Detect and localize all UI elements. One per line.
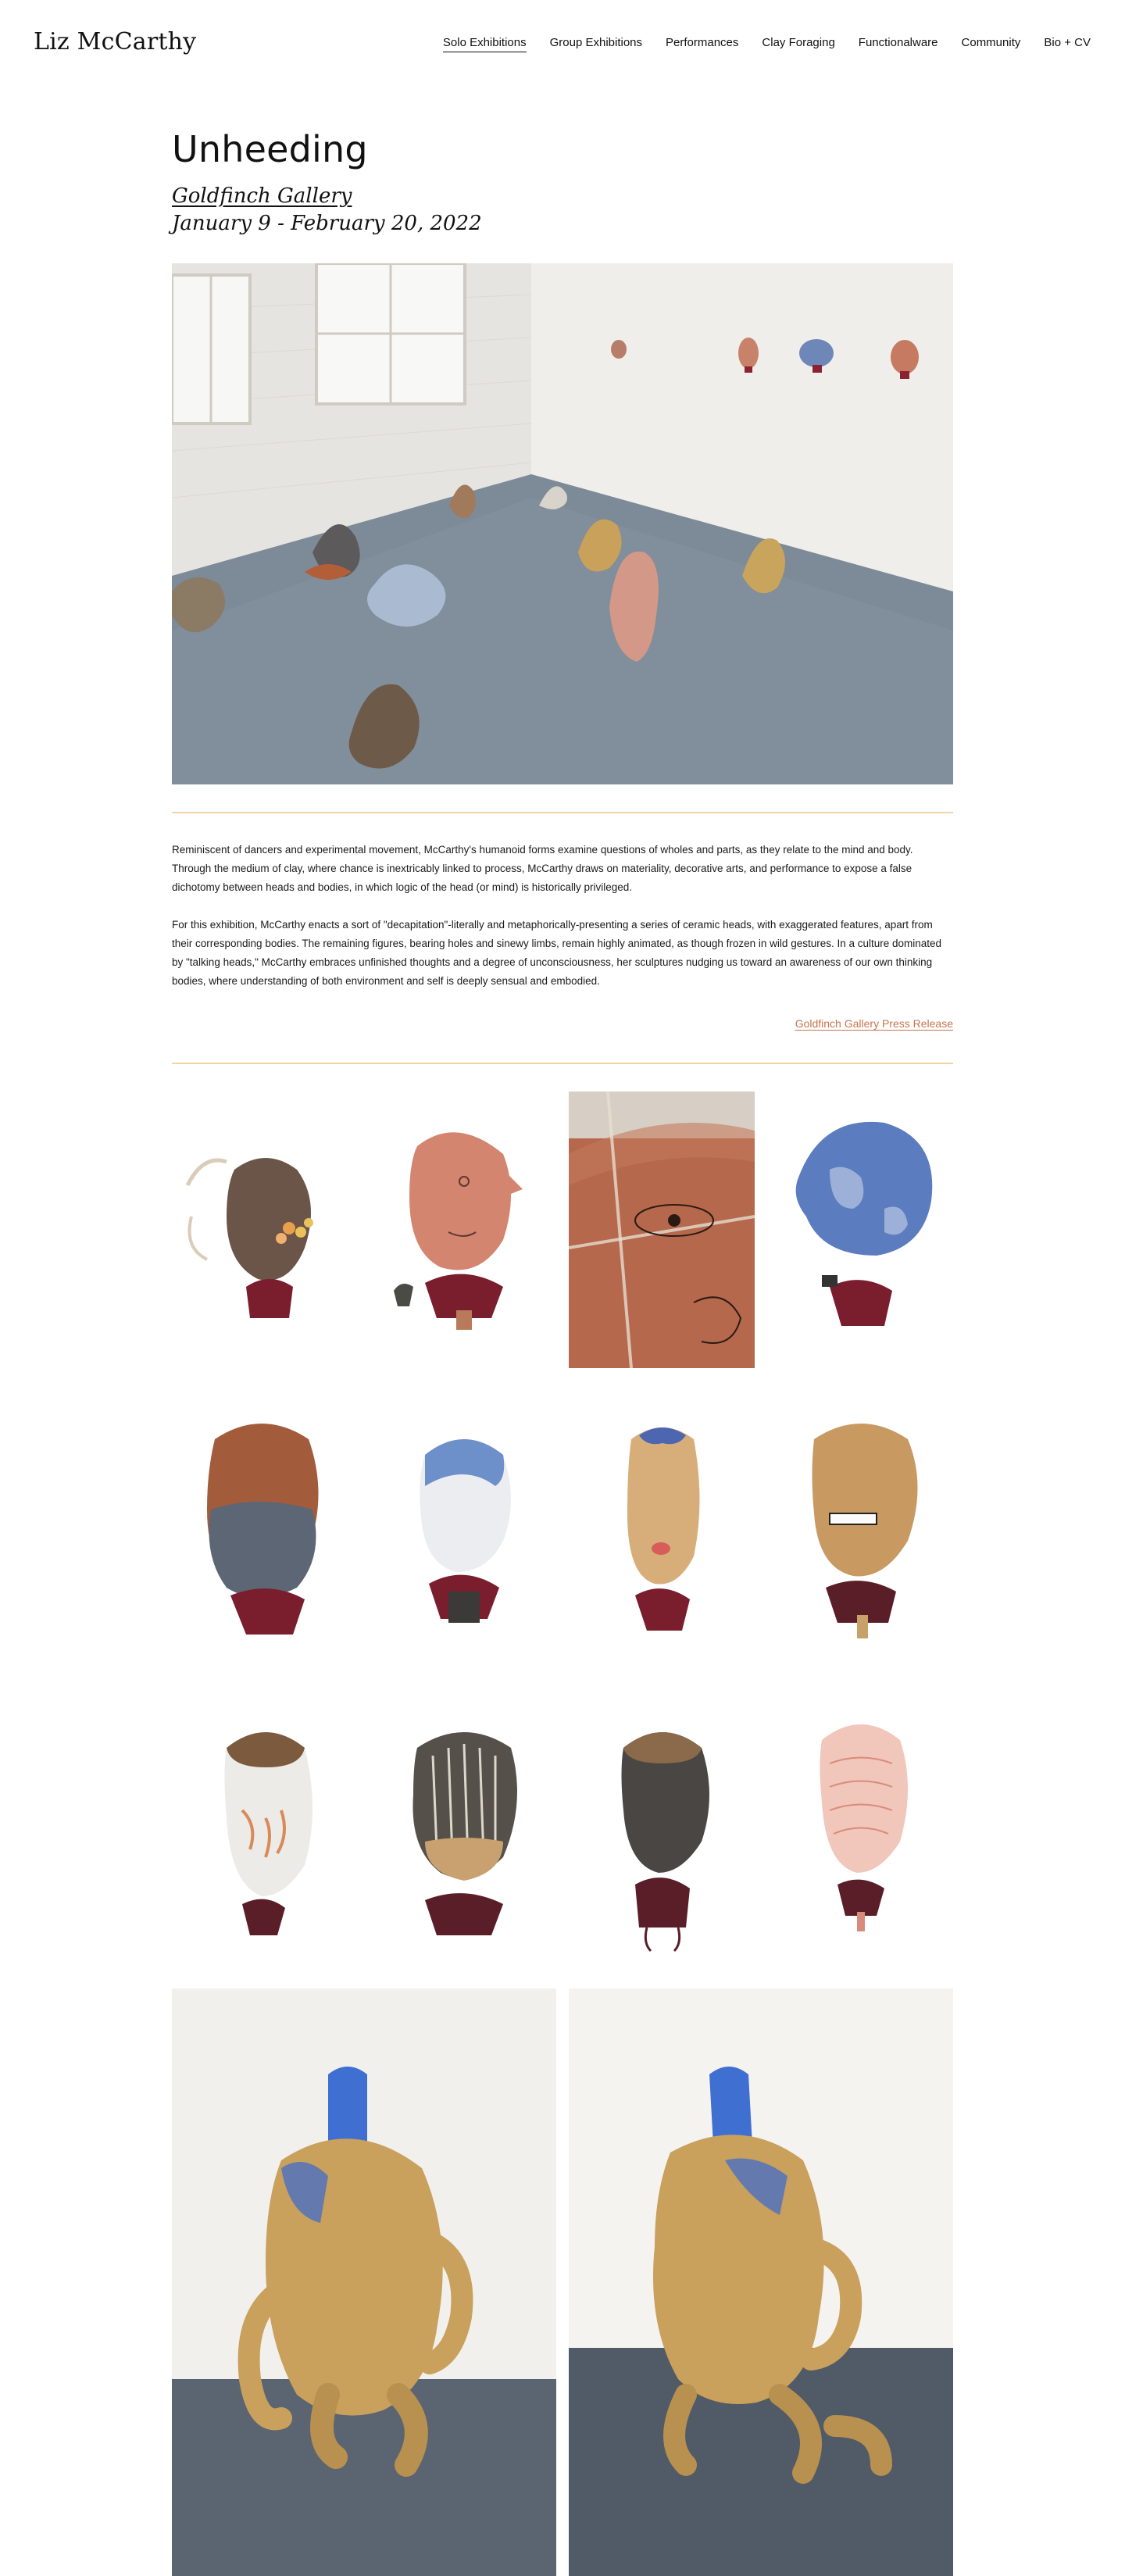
site-header: Liz McCarthy Solo Exhibitions Group Exhi…: [0, 0, 1125, 90]
site-title-link[interactable]: Liz McCarthy: [34, 28, 196, 55]
figure-side-illustration: [569, 1988, 953, 2576]
head-sculpture-image[interactable]: [172, 1693, 358, 1970]
page-title: Unheeding: [172, 128, 368, 170]
head-sculpture-image[interactable]: [370, 1693, 556, 1970]
installation-view-image[interactable]: [172, 263, 953, 784]
white-blue-head-illustration: [420, 1439, 511, 1623]
description-paragraph: Reminiscent of dancers and experimental …: [172, 844, 913, 893]
tan-toothed-head-illustration: [812, 1424, 918, 1638]
head-sculpture-image[interactable]: [370, 1091, 556, 1368]
venue-link[interactable]: Goldfinch Gallery: [172, 184, 352, 208]
head-sculpture-image[interactable]: [767, 1392, 953, 1669]
dark-curly-head-illustration: [621, 1732, 709, 1953]
nav-solo-exhibitions[interactable]: Solo Exhibitions: [442, 36, 527, 52]
press-release-link[interactable]: Goldfinch Gallery Press Release: [795, 1017, 953, 1030]
patterned-white-head-illustration: [224, 1732, 312, 1935]
nav-performances[interactable]: Performances: [666, 36, 738, 52]
figure-sculpture-side-image[interactable]: [569, 1988, 953, 2576]
description-paragraph: For this exhibition, McCarthy enacts a s…: [172, 919, 942, 987]
striped-gray-head-illustration: [412, 1732, 517, 1935]
blue-speckled-head-illustration: [795, 1121, 933, 1326]
tan-face-head-illustration: [627, 1427, 700, 1631]
brown-gray-head-illustration: [207, 1424, 319, 1635]
installation-view-illustration: [172, 263, 953, 784]
terracotta-face-head-illustration: [394, 1132, 523, 1330]
head-sculpture-image[interactable]: [370, 1392, 556, 1669]
figure-sculpture-front-image[interactable]: [172, 1988, 556, 2576]
section-divider-bottom: [172, 1063, 953, 1064]
head-sculpture-image[interactable]: [569, 1693, 755, 1970]
nav-community[interactable]: Community: [962, 36, 1021, 52]
section-divider-top: [172, 812, 953, 813]
head-detail-closeup-image[interactable]: [569, 1091, 755, 1368]
head-sculpture-image[interactable]: [569, 1392, 755, 1669]
exhibition-description: Reminiscent of dancers and experimental …: [172, 841, 953, 991]
head-sculpture-image[interactable]: [172, 1091, 358, 1368]
brown-head-with-rope-illustration: [185, 1158, 313, 1318]
pink-scalloped-head-illustration: [820, 1724, 908, 1931]
head-sculpture-image[interactable]: [767, 1693, 953, 1970]
nav-group-exhibitions[interactable]: Group Exhibitions: [550, 36, 642, 52]
figure-front-illustration: [172, 1988, 556, 2576]
head-sculpture-image[interactable]: [767, 1091, 953, 1368]
nav-clay-foraging[interactable]: Clay Foraging: [762, 36, 834, 52]
nav-functionalware[interactable]: Functionalware: [859, 36, 938, 52]
main-nav: Solo Exhibitions Group Exhibitions Perfo…: [442, 36, 1091, 52]
nav-bio-cv[interactable]: Bio + CV: [1044, 36, 1091, 52]
exhibition-dates: January 9 - February 20, 2022: [172, 212, 482, 235]
head-sculpture-image[interactable]: [172, 1392, 358, 1669]
closeup-texture-illustration: [569, 1091, 755, 1368]
